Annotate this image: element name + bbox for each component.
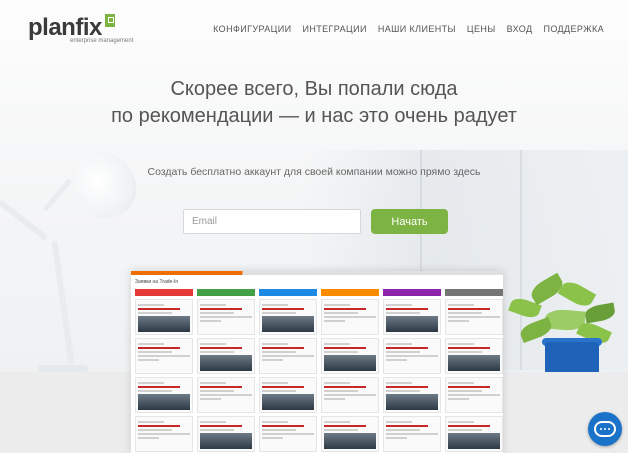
car-photo: [262, 394, 314, 410]
car-photo: [200, 433, 252, 449]
task-card: [383, 377, 441, 413]
nav-support[interactable]: ПОДДЕРЖКА: [543, 24, 604, 34]
board-column: [383, 289, 441, 452]
task-card: [259, 299, 317, 335]
nav-integrations[interactable]: ИНТЕГРАЦИИ: [302, 24, 366, 34]
task-card: [321, 377, 379, 413]
task-card: [445, 338, 503, 374]
board-column: [259, 289, 317, 452]
task-card: [197, 377, 255, 413]
logo-tagline: enterprise management: [70, 38, 134, 44]
car-photo: [324, 355, 376, 371]
main-nav: КОНФИГУРАЦИИ ИНТЕГРАЦИИ НАШИ КЛИЕНТЫ ЦЕН…: [213, 24, 604, 34]
email-input[interactable]: [183, 209, 361, 234]
nav-clients[interactable]: НАШИ КЛИЕНТЫ: [378, 24, 456, 34]
car-photo: [262, 316, 314, 332]
hero-headline-line2: по рекомендации — и нас это очень радует: [111, 105, 517, 127]
task-card: [135, 338, 193, 374]
planfix-logo[interactable]: planfix enterprise management: [28, 14, 133, 44]
task-card: [259, 338, 317, 374]
task-card: [135, 416, 193, 452]
task-card: [321, 416, 379, 452]
chat-widget-button[interactable]: [588, 412, 622, 446]
board-column-header: [135, 289, 193, 296]
board-column: [197, 289, 255, 452]
hero-subtitle: Создать бесплатно аккаунт для своей комп…: [147, 166, 481, 178]
task-card: [383, 299, 441, 335]
board-column: [445, 289, 503, 452]
car-photo: [448, 433, 500, 449]
task-card: [383, 416, 441, 452]
task-card: [197, 299, 255, 335]
nav-login[interactable]: ВХОД: [507, 24, 533, 34]
board-column-header: [259, 289, 317, 296]
board-column-header: [383, 289, 441, 296]
board-column: [321, 289, 379, 452]
app-preview-screenshot: Заявки на Trade-In: [131, 271, 503, 453]
task-card: [445, 377, 503, 413]
start-button[interactable]: Начать: [371, 209, 448, 234]
task-card: [445, 299, 503, 335]
board-column-header: [197, 289, 255, 296]
task-card: [197, 338, 255, 374]
nav-configurations[interactable]: КОНФИГУРАЦИИ: [213, 24, 291, 34]
task-card: [445, 416, 503, 452]
board-column-header: [321, 289, 379, 296]
car-photo: [448, 355, 500, 371]
task-card: [135, 299, 193, 335]
car-photo: [386, 394, 438, 410]
nav-prices[interactable]: ЦЕНЫ: [467, 24, 496, 34]
car-photo: [138, 316, 190, 332]
board-title: Заявки на Trade-In: [135, 279, 179, 285]
car-photo: [138, 394, 190, 410]
task-card: [321, 299, 379, 335]
task-card: [321, 338, 379, 374]
car-photo: [324, 433, 376, 449]
board-column: [135, 289, 193, 452]
chat-bubble-icon: [594, 421, 616, 437]
flag-icon: [104, 14, 115, 27]
task-card: [259, 377, 317, 413]
hero-headline-line1: Скорее всего, Вы попали сюда: [170, 78, 458, 100]
board-column-header: [445, 289, 503, 296]
task-card: [135, 377, 193, 413]
board-columns: [131, 289, 503, 452]
logo-wordmark: planfix: [28, 14, 102, 41]
task-card: [383, 338, 441, 374]
task-card: [197, 416, 255, 452]
car-photo: [386, 316, 438, 332]
car-photo: [200, 355, 252, 371]
task-card: [259, 416, 317, 452]
